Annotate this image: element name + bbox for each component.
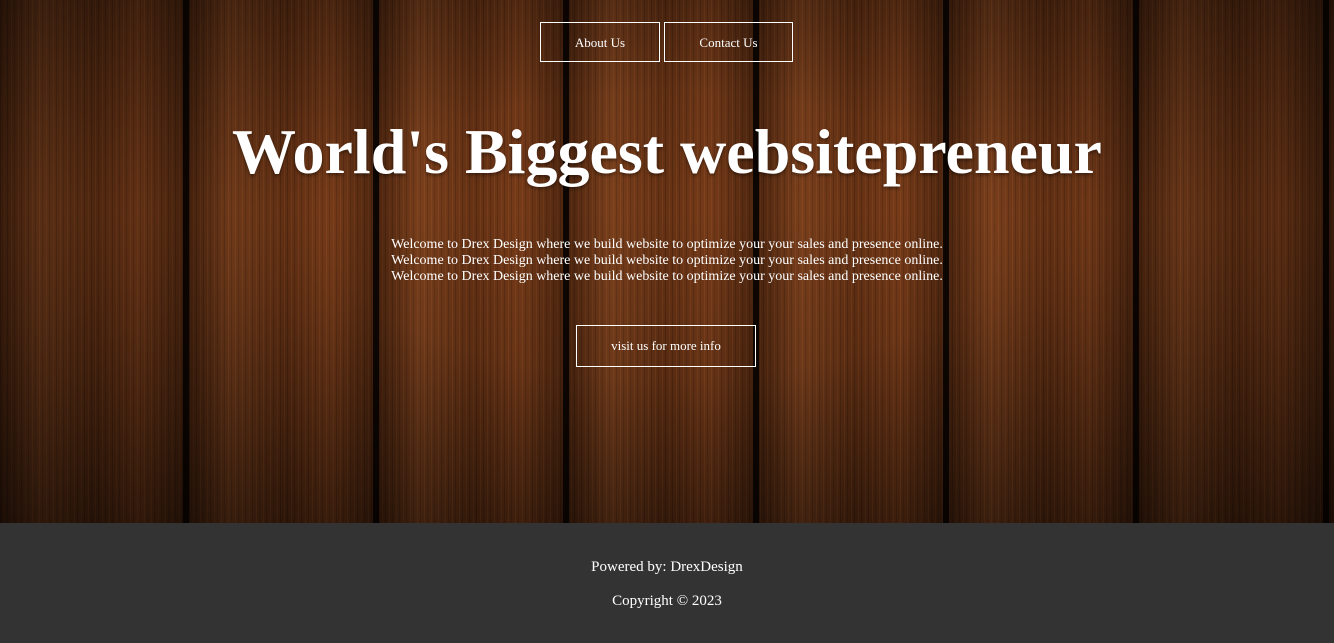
- intro-line: Welcome to Drex Design where we build we…: [391, 253, 943, 268]
- about-us-link[interactable]: About Us: [540, 22, 660, 62]
- copyright-text: Copyright © 2023: [612, 593, 722, 609]
- more-info-button[interactable]: visit us for more info: [576, 325, 756, 367]
- intro-text: Welcome to Drex Design where we build we…: [0, 237, 1334, 285]
- top-nav: About Us Contact Us: [540, 22, 793, 62]
- intro-line: Welcome to Drex Design where we build we…: [391, 269, 943, 284]
- hero-title: World's Biggest websitepreneur: [232, 116, 1102, 187]
- powered-by-text: Powered by: DrexDesign: [591, 559, 743, 575]
- footer: Powered by: DrexDesign Copyright © 2023: [0, 523, 1334, 643]
- intro-line: Welcome to Drex Design where we build we…: [391, 237, 943, 252]
- hero-section: About Us Contact Us World's Biggest webs…: [0, 0, 1334, 523]
- contact-us-link[interactable]: Contact Us: [664, 22, 793, 62]
